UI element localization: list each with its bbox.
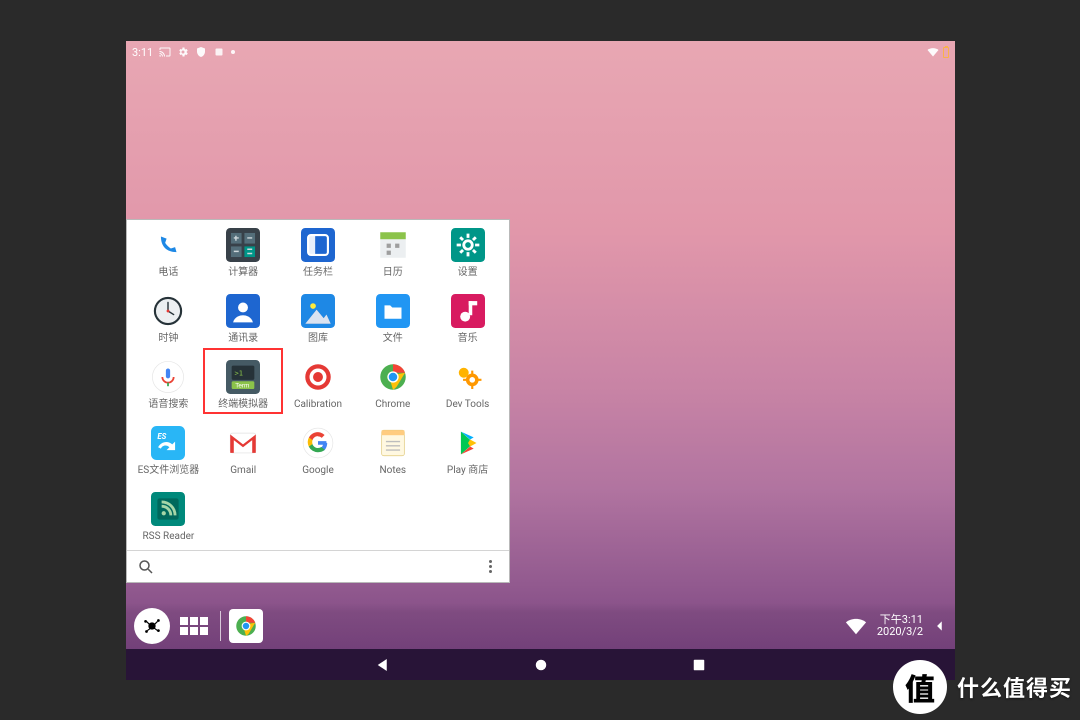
app-terminal-emulator[interactable]: >1 Term 终端模拟器 [206,356,281,422]
app-label: Play 商店 [447,465,488,476]
status-bar: 3:11 [126,41,955,63]
app-calendar[interactable]: 日历 [355,224,430,290]
app-grid: 电话 计算器 任务栏 日历 设置 时钟 通讯录 图库 文件 音乐 语音搜索 >1… [127,220,509,550]
taskbar-date: 2020/3/2 [877,626,923,638]
app-settings[interactable]: 设置 [430,224,505,290]
statusbar-time: 3:11 [132,46,153,59]
taskbar-divider [220,611,221,641]
app-dev-tools[interactable]: Dev Tools [430,356,505,422]
app-clock[interactable]: 时钟 [131,290,206,356]
app-play-store[interactable]: Play 商店 [430,422,505,488]
gear-icon [177,46,189,58]
app-label: 通讯录 [228,333,258,344]
svg-text:ES: ES [158,432,167,441]
app-label: RSS Reader [143,531,195,542]
android-desktop: 3:11 电话 计算器 任务栏 日历 设置 时钟 通讯录 图库 文件 音乐 语音… [126,41,955,680]
app-label: 电话 [158,267,178,278]
app-calibration[interactable]: Calibration [281,356,356,422]
app-label: 日历 [383,267,403,278]
app-label: Dev Tools [446,399,489,410]
nav-home-button[interactable] [532,656,550,674]
app-label: ES文件浏览器 [138,465,200,476]
app-taskbar[interactable]: 任务栏 [281,224,356,290]
kebab-menu-icon[interactable] [481,560,499,573]
dot-icon [231,50,235,54]
cast-icon [159,46,171,58]
search-icon [137,558,155,576]
app-label: 语音搜索 [148,399,188,410]
app-google[interactable]: Google [281,422,356,488]
taskbar-expand-icon[interactable] [933,617,947,635]
box-icon [213,46,225,58]
shield-icon [195,46,207,58]
app-calculator[interactable]: 计算器 [206,224,281,290]
app-label: 时钟 [158,333,178,344]
app-label: 设置 [458,267,478,278]
app-label: 计算器 [228,267,258,278]
wifi-icon [845,615,867,637]
app-contacts[interactable]: 通讯录 [206,290,281,356]
app-notes[interactable]: Notes [355,422,430,488]
nav-recents-button[interactable] [690,656,708,674]
app-gallery[interactable]: 图库 [281,290,356,356]
app-drawer: 电话 计算器 任务栏 日历 设置 时钟 通讯录 图库 文件 音乐 语音搜索 >1… [126,219,510,583]
app-label: 图库 [308,333,328,344]
app-phone[interactable]: 电话 [131,224,206,290]
taskbar-clock[interactable]: 下午3:11 2020/3/2 [877,614,923,638]
battery-icon [943,47,949,58]
navigation-bar [126,649,955,680]
app-voice-search[interactable]: 语音搜索 [131,356,206,422]
svg-text:>1: >1 [235,369,244,378]
watermark: 值 什么值得买 [893,660,1072,714]
watermark-text: 什么值得买 [957,671,1072,703]
drawer-search-bar[interactable] [127,550,509,582]
app-label: Calibration [294,399,342,410]
nav-back-button[interactable] [374,656,392,674]
app-label: 任务栏 [303,267,333,278]
app-label: 音乐 [458,333,478,344]
taskbar-launcher-button[interactable] [134,608,170,644]
app-label: 终端模拟器 [218,399,268,410]
app-label: Google [302,465,334,476]
taskbar-chrome-shortcut[interactable] [229,609,263,643]
app-rss-reader[interactable]: RSS Reader [131,488,206,554]
wifi-icon [927,46,939,58]
app-es-file-explorer[interactable]: ES ES文件浏览器 [131,422,206,488]
app-gmail[interactable]: Gmail [206,422,281,488]
app-label: Chrome [375,399,410,410]
app-label: 文件 [383,333,403,344]
app-music[interactable]: 音乐 [430,290,505,356]
app-label: Gmail [230,465,256,476]
app-files[interactable]: 文件 [355,290,430,356]
taskbar-apps-button[interactable] [176,608,212,644]
app-label: Notes [380,465,407,476]
taskbar: 下午3:11 2020/3/2 [126,603,955,649]
svg-text:Term: Term [235,383,249,390]
watermark-logo: 值 [893,660,947,714]
app-chrome[interactable]: Chrome [355,356,430,422]
